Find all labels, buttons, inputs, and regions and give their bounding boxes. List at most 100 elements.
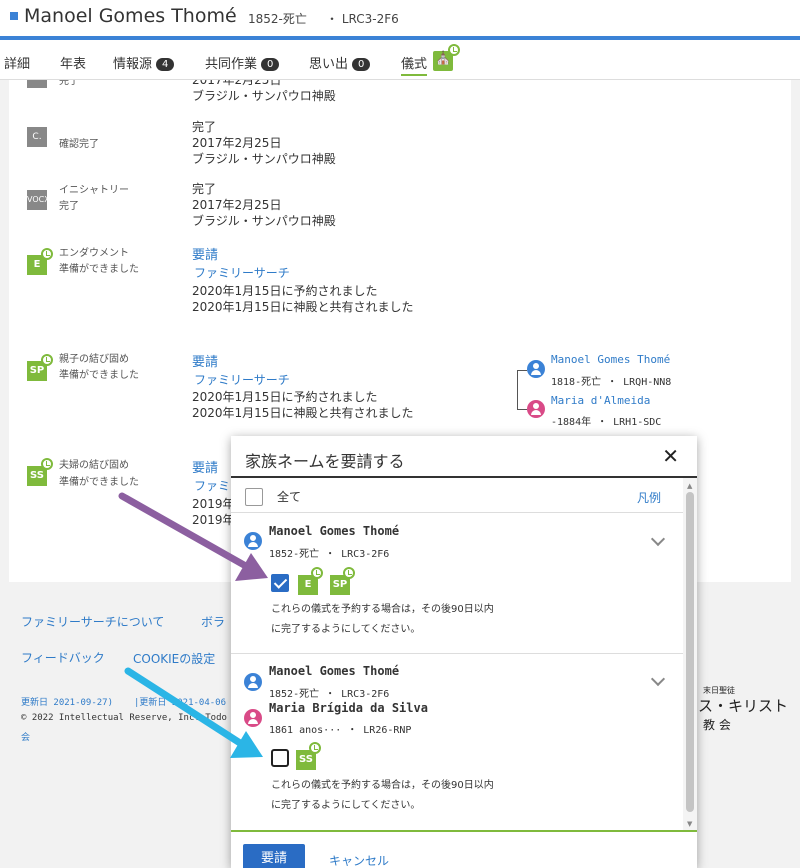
mother-avatar — [527, 400, 545, 418]
initiatory-status: 完了 — [192, 182, 217, 196]
person-header: Manoel Gomes Thomé 1852-死亡 ・ LRC3-2F6 — [0, 0, 800, 36]
person-marker-icon — [10, 12, 18, 20]
person-tabs: 詳細 年表 情報源 4 共同作業 0 思い出 0 儀式 — [0, 40, 800, 80]
clock-icon — [41, 248, 53, 260]
scroll-up-icon[interactable]: ▲ — [687, 482, 692, 490]
father-name-link[interactable]: Manoel Gomes Thomé — [551, 353, 670, 366]
clock-icon — [41, 458, 53, 470]
person-avatar — [244, 532, 262, 550]
initiatory-icon: VOCX — [27, 190, 50, 210]
family-connector — [517, 370, 527, 410]
confirmation-label: 確認完了 — [59, 139, 99, 150]
person-lifespan: 1852-死亡 — [248, 12, 307, 26]
tab-timeline[interactable]: 年表 — [60, 53, 86, 72]
endowment-reserved: 2020年1月15日に予約されました — [192, 284, 378, 298]
entry-2-note-2: に完了するようにしてください。 — [271, 800, 421, 811]
sealing-spouse-ready-label: 準備ができました — [59, 477, 139, 488]
footer-updated-2[interactable]: |更新日 2021-04-06 — [134, 695, 226, 708]
sources-count-badge: 4 — [156, 58, 175, 71]
scroll-down-icon[interactable]: ▼ — [687, 820, 692, 828]
request-names-dialog: 家族ネームを要請する ✕ 全て 凡例 Manoel Gomes Thomé 18… — [231, 436, 697, 868]
baptism-icon — [27, 80, 47, 88]
footer-about-link[interactable]: ファミリーサーチについて — [21, 613, 164, 630]
church-logo-sub: 教 会 — [703, 718, 731, 732]
sealing-parents-request-link[interactable]: 要請 — [192, 355, 218, 371]
cancel-button[interactable]: キャンセル — [329, 852, 389, 868]
tab-details[interactable]: 詳細 — [4, 53, 30, 72]
clock-icon — [41, 354, 53, 366]
endowment-shared: 2020年1月15日に神殿と共有されました — [192, 300, 414, 314]
dialog-scrollbar[interactable]: ▲ ▼ — [683, 478, 697, 830]
confirmation-temple: ブラジル・サンパウロ神殿 — [192, 152, 336, 166]
church-logo-main: ス・キリスト — [698, 697, 789, 715]
sealing-spouse-label: 夫婦の結び固め — [59, 460, 129, 471]
confirmation-status: 完了 — [192, 120, 217, 134]
endowment-org-link[interactable]: ファミリーサーチ — [194, 265, 290, 281]
footer-updated-1[interactable]: 更新日 2021-09-27) — [21, 695, 113, 708]
footer-copyright: © 2022 Intellectual Reserve, Inc. Todo — [21, 713, 227, 723]
divider — [231, 653, 683, 654]
baptism-date: 2017年2月25日 — [192, 80, 282, 87]
sealing-parents-shared: 2020年1月15日に神殿と共有されました — [192, 406, 414, 420]
entry-2-checkbox[interactable] — [271, 749, 289, 767]
sealing-spouse-org-link[interactable]: ファミ — [194, 478, 230, 494]
footer-copyright-2[interactable]: 会 — [21, 730, 30, 743]
person-name: Manoel Gomes Thomé — [24, 5, 237, 27]
entry-1-meta: 1852-死亡 ・ LRC3-2F6 — [269, 549, 390, 560]
endowment-ready-label: 準備ができました — [59, 264, 139, 275]
sealing-spouse-request-link[interactable]: 要請 — [192, 461, 218, 477]
person-id: ・ LRC3-2F6 — [326, 12, 399, 26]
entry-1-note-2: に完了するようにしてください。 — [271, 624, 421, 635]
chevron-down-icon[interactable] — [650, 671, 666, 687]
scrollbar-thumb[interactable] — [686, 492, 694, 812]
clock-icon — [343, 567, 355, 579]
confirmation-icon: C. — [27, 127, 47, 147]
mother-meta: -1884年 ・ LRH1-SDC — [551, 417, 662, 428]
tab-ordinances[interactable]: 儀式 — [401, 53, 428, 76]
father-avatar — [527, 360, 545, 378]
sealing-spouse-line3: 2019年 — [192, 497, 235, 511]
mother-name-link[interactable]: Maria d'Almeida — [551, 394, 650, 407]
tab-collaborate[interactable]: 共同作業 0 — [205, 53, 280, 72]
footer-feedback-link[interactable]: フィードバック — [21, 649, 105, 666]
dialog-body: 全て 凡例 Manoel Gomes Thomé 1852-死亡 ・ LRC3-… — [231, 478, 683, 830]
legend-link[interactable]: 凡例 — [637, 489, 661, 506]
tab-sources[interactable]: 情報源 4 — [113, 53, 175, 72]
initiatory-status-label: 完了 — [59, 201, 79, 212]
spouse-avatar — [244, 709, 262, 727]
baptism-label: 完了 — [59, 80, 79, 87]
entry-2-spouse-meta: 1861 anos··· ・ LR26-RNP — [269, 725, 412, 736]
sealing-parents-label: 親子の結び固め — [59, 354, 129, 365]
select-all-label: 全て — [277, 490, 302, 504]
initiatory-date: 2017年2月25日 — [192, 198, 282, 212]
endowment-request-link[interactable]: 要請 — [192, 248, 218, 264]
tab-memories[interactable]: 思い出 0 — [309, 53, 371, 72]
entry-1-name: Manoel Gomes Thomé — [269, 524, 400, 538]
sealing-parents-reserved: 2020年1月15日に予約されました — [192, 390, 378, 404]
memories-count-badge: 0 — [352, 58, 371, 71]
baptism-temple: ブラジル・サンパウロ神殿 — [192, 89, 336, 103]
initiatory-label: イニシャトリー — [59, 185, 129, 196]
sealing-parents-org-link[interactable]: ファミリーサーチ — [194, 372, 290, 388]
divider — [231, 512, 683, 513]
request-button[interactable]: 要請 — [243, 844, 305, 868]
entry-1-checkbox[interactable] — [271, 574, 289, 592]
initiatory-temple: ブラジル・サンパウロ神殿 — [192, 214, 336, 228]
clock-icon — [448, 44, 460, 56]
entry-2-spouse-name: Maria Brígida da Silva — [269, 701, 428, 715]
sealing-parents-ready-label: 準備ができました — [59, 370, 139, 381]
chevron-down-icon[interactable] — [650, 531, 666, 547]
collaborate-count-badge: 0 — [261, 58, 280, 71]
close-icon[interactable]: ✕ — [662, 444, 679, 468]
endowment-label: エンダウメント — [59, 248, 129, 259]
select-all-checkbox[interactable] — [245, 488, 263, 506]
person-avatar — [244, 673, 262, 691]
footer-cookie-link[interactable]: COOKIEの設定 — [133, 650, 215, 667]
entry-2-note-1: これらの儀式を予約する場合は，その後90日以内 — [271, 780, 494, 791]
entry-1-note-1: これらの儀式を予約する場合は，その後90日以内 — [271, 604, 494, 615]
clock-icon — [309, 742, 321, 754]
father-meta: 1818-死亡 ・ LRQH-NN8 — [551, 377, 672, 388]
entry-2-meta: 1852-死亡 ・ LRC3-2F6 — [269, 689, 390, 700]
dialog-title: 家族ネームを要請する — [245, 452, 405, 471]
footer-volunteer-link[interactable]: ボラ — [201, 613, 225, 630]
